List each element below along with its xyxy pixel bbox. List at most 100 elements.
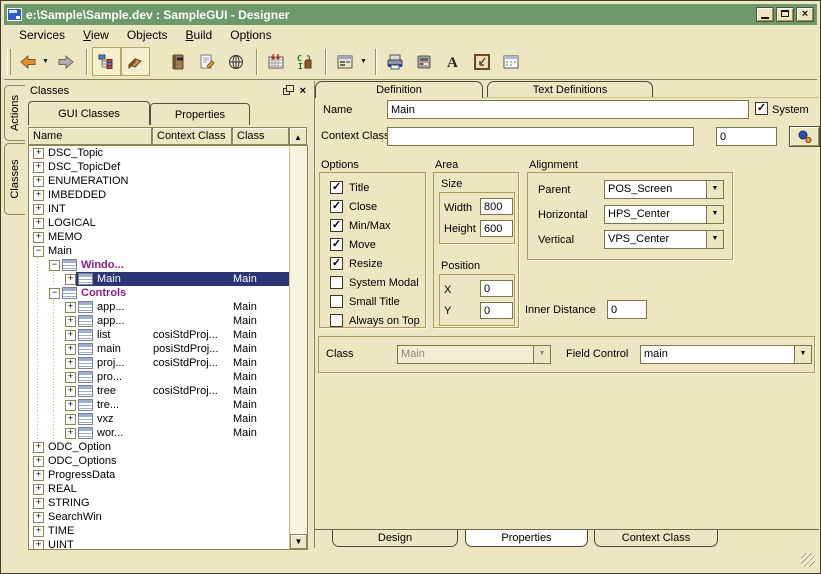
tree-row[interactable]: +wor...Main [29,426,290,440]
x-input[interactable] [480,280,513,297]
print-icon[interactable] [381,47,410,76]
tree-row[interactable]: +pro...Main [29,370,290,384]
checkbox-close[interactable]: ✓ [330,200,343,213]
tree-row[interactable]: +IMBEDDED [29,188,290,202]
horizontal-combo[interactable]: HPS_Center▼ [604,205,724,224]
tree-row[interactable]: +SearchWin [29,510,290,524]
maximize-icon[interactable] [776,7,794,22]
expand-toggle-icon[interactable]: + [65,274,76,285]
menu-services[interactable]: Services [10,26,74,44]
column-header-context-class[interactable]: Context Class [152,127,232,145]
parent-combo[interactable]: POS_Screen▼ [604,180,724,199]
expand-toggle-icon[interactable]: + [33,162,44,173]
scroll-down-icon[interactable]: ▼ [290,534,307,549]
tree-row[interactable]: −Windo... [29,258,290,272]
tree-row[interactable]: +INT [29,202,290,216]
expand-toggle-icon[interactable]: + [33,190,44,201]
tree-row[interactable]: +DSC_TopicDef [29,160,290,174]
class-tree-icon[interactable] [92,47,121,76]
expand-toggle-icon[interactable]: + [65,302,76,313]
checkbox-small-title[interactable] [330,295,343,308]
tree-row[interactable]: +MainMain [29,272,290,286]
checkbox-move[interactable]: ✓ [330,238,343,251]
tree-row[interactable]: +tre...Main [29,398,290,412]
expand-toggle-icon[interactable]: + [65,428,76,439]
tree-row[interactable]: +vxzMain [29,412,290,426]
expand-toggle-icon[interactable]: + [33,484,44,495]
expand-toggle-icon[interactable]: + [33,470,44,481]
menu-options[interactable]: Options [221,26,280,44]
tree-row[interactable]: +treecosiStdProj...Main [29,384,290,398]
tree-row[interactable]: +ENUMERATION [29,174,290,188]
menu-build[interactable]: Build [177,26,222,44]
manual-book-icon[interactable] [164,47,193,76]
tree-row[interactable]: +app...Main [29,314,290,328]
expand-toggle-icon[interactable]: − [33,246,44,257]
checkbox-min-max[interactable]: ✓ [330,219,343,232]
expand-toggle-icon[interactable]: + [33,148,44,159]
close-icon[interactable]: × [796,7,814,22]
expand-toggle-icon[interactable]: + [33,218,44,229]
form-select-icon[interactable] [331,47,360,76]
side-tab-actions[interactable]: Actions [4,85,25,141]
tree-row[interactable]: +MEMO [29,230,290,244]
globe-icon[interactable] [222,47,251,76]
table-import-icon[interactable] [262,47,291,76]
tree-scrollbar[interactable]: ▼ [289,146,307,549]
close-panel-icon[interactable]: × [300,86,306,96]
checkbox-title[interactable]: ✓ [330,181,343,194]
tree-row[interactable]: +LOGICAL [29,216,290,230]
tab-text-definitions[interactable]: Text Definitions [487,81,653,97]
print-setup-icon[interactable] [410,47,439,76]
minimize-icon[interactable] [756,7,774,22]
tree-row[interactable]: +proj...cosiStdProj...Main [29,356,290,370]
column-header-class[interactable]: Class [232,127,289,145]
expand-toggle-icon[interactable]: + [33,204,44,215]
field-control-combo[interactable]: main ▼ [640,345,812,364]
tab-properties[interactable]: Properties [150,103,250,125]
chevron-down-icon[interactable]: ▼ [794,346,811,363]
titlebar[interactable]: e:\Sample\Sample.dev : SampleGUI - Desig… [4,4,817,25]
chevron-down-icon[interactable]: ▼ [706,231,723,248]
back-icon[interactable] [13,47,42,76]
chevron-down-icon[interactable]: ▼ [706,206,723,223]
y-input[interactable] [480,302,513,319]
menu-objects[interactable]: Objects [118,26,177,44]
tab-gui-classes[interactable]: GUI Classes [28,101,150,125]
menu-view[interactable]: View [74,26,118,44]
checkbox-always-on-top[interactable] [330,314,343,327]
resize-grip-icon[interactable] [801,553,815,567]
tree-row[interactable]: +ODC_Option [29,440,290,454]
back-dropdown-icon[interactable]: ▼ [42,58,49,65]
tree-row[interactable]: +ProgressData [29,468,290,482]
tab-design[interactable]: Design [332,530,458,547]
toolbar-drag-handle[interactable] [7,49,11,75]
form-dropdown-icon[interactable]: ▼ [360,58,367,65]
eraser-icon[interactable] [121,47,150,76]
column-header-name[interactable]: Name [28,127,152,145]
chevron-down-icon[interactable]: ▼ [706,181,723,198]
tree-row[interactable]: +REAL [29,482,290,496]
edit-source-icon[interactable] [193,47,222,76]
vertical-combo[interactable]: VPS_Center▼ [604,230,724,249]
tab-definition[interactable]: Definition [315,81,483,98]
tree-row[interactable]: −Main [29,244,290,258]
checkbox-resize[interactable]: ✓ [330,257,343,270]
expand-toggle-icon[interactable]: + [33,232,44,243]
tree-row[interactable]: +TIME [29,524,290,538]
expand-toggle-icon[interactable]: + [33,442,44,453]
checkbox-system-modal[interactable] [330,276,343,289]
context-class-picker-button[interactable] [789,126,820,147]
scroll-up-icon[interactable]: ▲ [289,127,307,145]
height-input[interactable] [480,220,513,237]
context-index-input[interactable] [716,127,777,146]
expand-toggle-icon[interactable]: + [33,526,44,537]
side-tab-classes[interactable]: Classes [4,143,25,215]
expand-toggle-icon[interactable]: + [33,498,44,509]
tree-row[interactable]: +mainposiStdProj...Main [29,342,290,356]
window-form-icon[interactable] [497,47,526,76]
tree-row[interactable]: +ODC_Options [29,454,290,468]
expand-toggle-icon[interactable]: + [33,176,44,187]
context-class-input[interactable] [387,127,694,146]
expand-toggle-icon[interactable]: + [33,456,44,467]
